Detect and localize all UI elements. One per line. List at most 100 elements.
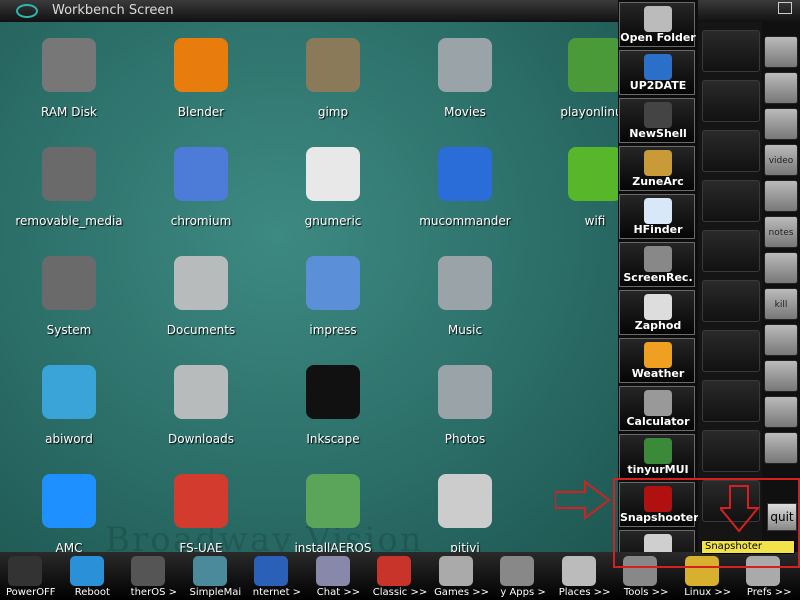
system-drive-icon [42,256,96,310]
hard-drive-icon [42,147,96,201]
desktop-icon[interactable]: wifi [530,139,618,239]
launcher-item-label: Calculator [626,415,690,428]
desktop-icon-label: installAEROS [294,541,372,552]
camera-icon[interactable] [764,72,798,104]
quit-button[interactable]: quit [767,503,797,531]
notes-icon[interactable]: notes [764,216,798,248]
downloads-folder-icon [174,365,228,419]
desktop-icon[interactable]: gimp [268,30,398,130]
launcher-item[interactable]: Calculator [619,386,695,431]
aros-eye-icon[interactable] [16,4,38,18]
launcher-item[interactable]: ZuneArc [619,146,695,191]
desktop-icon-label: mucommander [419,214,511,228]
video-icon[interactable]: video [764,144,798,176]
desktop-icon[interactable]: playonlinux [530,30,618,130]
launcher-item[interactable]: Weather [619,338,695,383]
desktop-icon[interactable]: Downloads [136,357,266,457]
desktop-icon[interactable]: pitivi [400,466,530,552]
camera-icon [644,246,672,272]
taskbar-button-label: therOS > [130,587,177,598]
taskbar-button[interactable]: Classic >> [369,552,431,600]
dock-slot[interactable] [702,180,760,222]
taskbar-button-label: Tools >> [623,587,669,598]
desktop-icon[interactable]: chromium [136,139,266,239]
counter-icon[interactable] [764,252,798,284]
dock-slot[interactable] [702,380,760,422]
desktop-icon[interactable]: Blender [136,30,266,130]
presentation-icon [306,256,360,310]
launcher-item[interactable]: tinyurMUI [619,434,695,479]
desktop-icon[interactable]: installAEROS [268,466,398,552]
desktop-icon[interactable]: gnumeric [268,139,398,239]
window-depth-icon[interactable] [778,2,792,14]
dock-slot[interactable] [702,430,760,472]
terminal-icon [131,556,166,586]
palette-icon[interactable] [764,180,798,212]
gimp-icon [306,38,360,92]
launcher-item-label: Open Folder [620,31,696,44]
desktop-icon[interactable]: impress [268,248,398,348]
desktop-icon-label: gimp [317,105,349,119]
launcher-item[interactable]: Open Folder [619,2,696,47]
desktop-icon[interactable]: mucommander [400,139,530,239]
desktop-icon[interactable]: System [4,248,134,348]
ram-disk-icon [42,38,96,92]
desktop-icon-label: Inkscape [306,432,360,446]
taskbar-button-label: Chat >> [316,587,361,598]
taskbar-button[interactable]: Places >> [554,552,616,600]
launcher-item[interactable]: UP2DATE [619,50,695,95]
dock-slot[interactable] [702,280,760,322]
desktop-icon[interactable]: FS-UAE [136,466,266,552]
desktop-icon[interactable]: AMC [4,466,134,552]
desktop-icon[interactable]: RAM Disk [4,30,134,130]
desktop-icon-label: chromium [170,214,232,228]
dock-slot[interactable] [702,230,760,272]
desktop-icon[interactable]: Music [400,248,530,348]
dock-slot[interactable] [702,80,760,122]
taskbar-button[interactable]: Chat >> [308,552,370,600]
dock-slot[interactable] [702,330,760,372]
launcher-item[interactable]: NewShell [619,98,695,143]
taskbar-button[interactable]: PowerOFF [0,552,62,600]
camera-icon[interactable] [764,36,798,68]
taskbar-button[interactable]: Reboot [62,552,124,600]
taskbar-button-label: y Apps > [500,587,546,598]
spreadsheet-icon [306,147,360,201]
arrow-down-icon[interactable] [764,432,798,464]
dock-slot[interactable] [702,130,760,172]
inkscape-icon [306,365,360,419]
external-link-icon[interactable] [764,108,798,140]
arrow-up-icon[interactable] [764,396,798,428]
taskbar-button[interactable]: therOS > [123,552,185,600]
taskbar-button-label: Classic >> [372,587,428,598]
launcher-item[interactable]: Zaphod [619,290,695,335]
desktop-icon[interactable]: Inkscape [268,357,398,457]
desktop-icon-label: gnumeric [304,214,362,228]
desktop: Broadway Vision RAM Disk Blender gimp Movie… [0,22,618,552]
launcher-item-label: tinyurMUI [627,463,689,476]
taskbar-button-label: Linux >> [684,587,732,598]
dock-slot[interactable] [702,30,760,72]
desktop-icon[interactable]: removable_media [4,139,134,239]
desktop-icon[interactable]: Movies [400,30,530,130]
fs-uae-icon [174,474,228,528]
launcher-item[interactable]: ScreenRec. [619,242,695,287]
gamepad-icon [438,556,473,586]
info-icon[interactable] [764,324,798,356]
launcher-item[interactable]: HFinder [619,194,695,239]
desktop-icon[interactable]: Photos [400,357,530,457]
mail-icon [192,556,227,586]
desktop-icon[interactable]: Documents [136,248,266,348]
music-folder-icon [438,256,492,310]
desktop-icon-label: removable_media [15,214,123,228]
taskbar-button[interactable]: SimpleMai [185,552,247,600]
pitivi-icon [438,474,492,528]
taskbar-button[interactable]: nternet > [246,552,308,600]
photos-folder-icon [438,365,492,419]
desktop-icon[interactable]: abiword [4,357,134,457]
red-arrow-right-icon [555,480,611,520]
gear-icon[interactable] [764,360,798,392]
taskbar-button[interactable]: y Apps > [492,552,554,600]
kill-icon[interactable]: kill [764,288,798,320]
taskbar-button[interactable]: Games >> [431,552,493,600]
